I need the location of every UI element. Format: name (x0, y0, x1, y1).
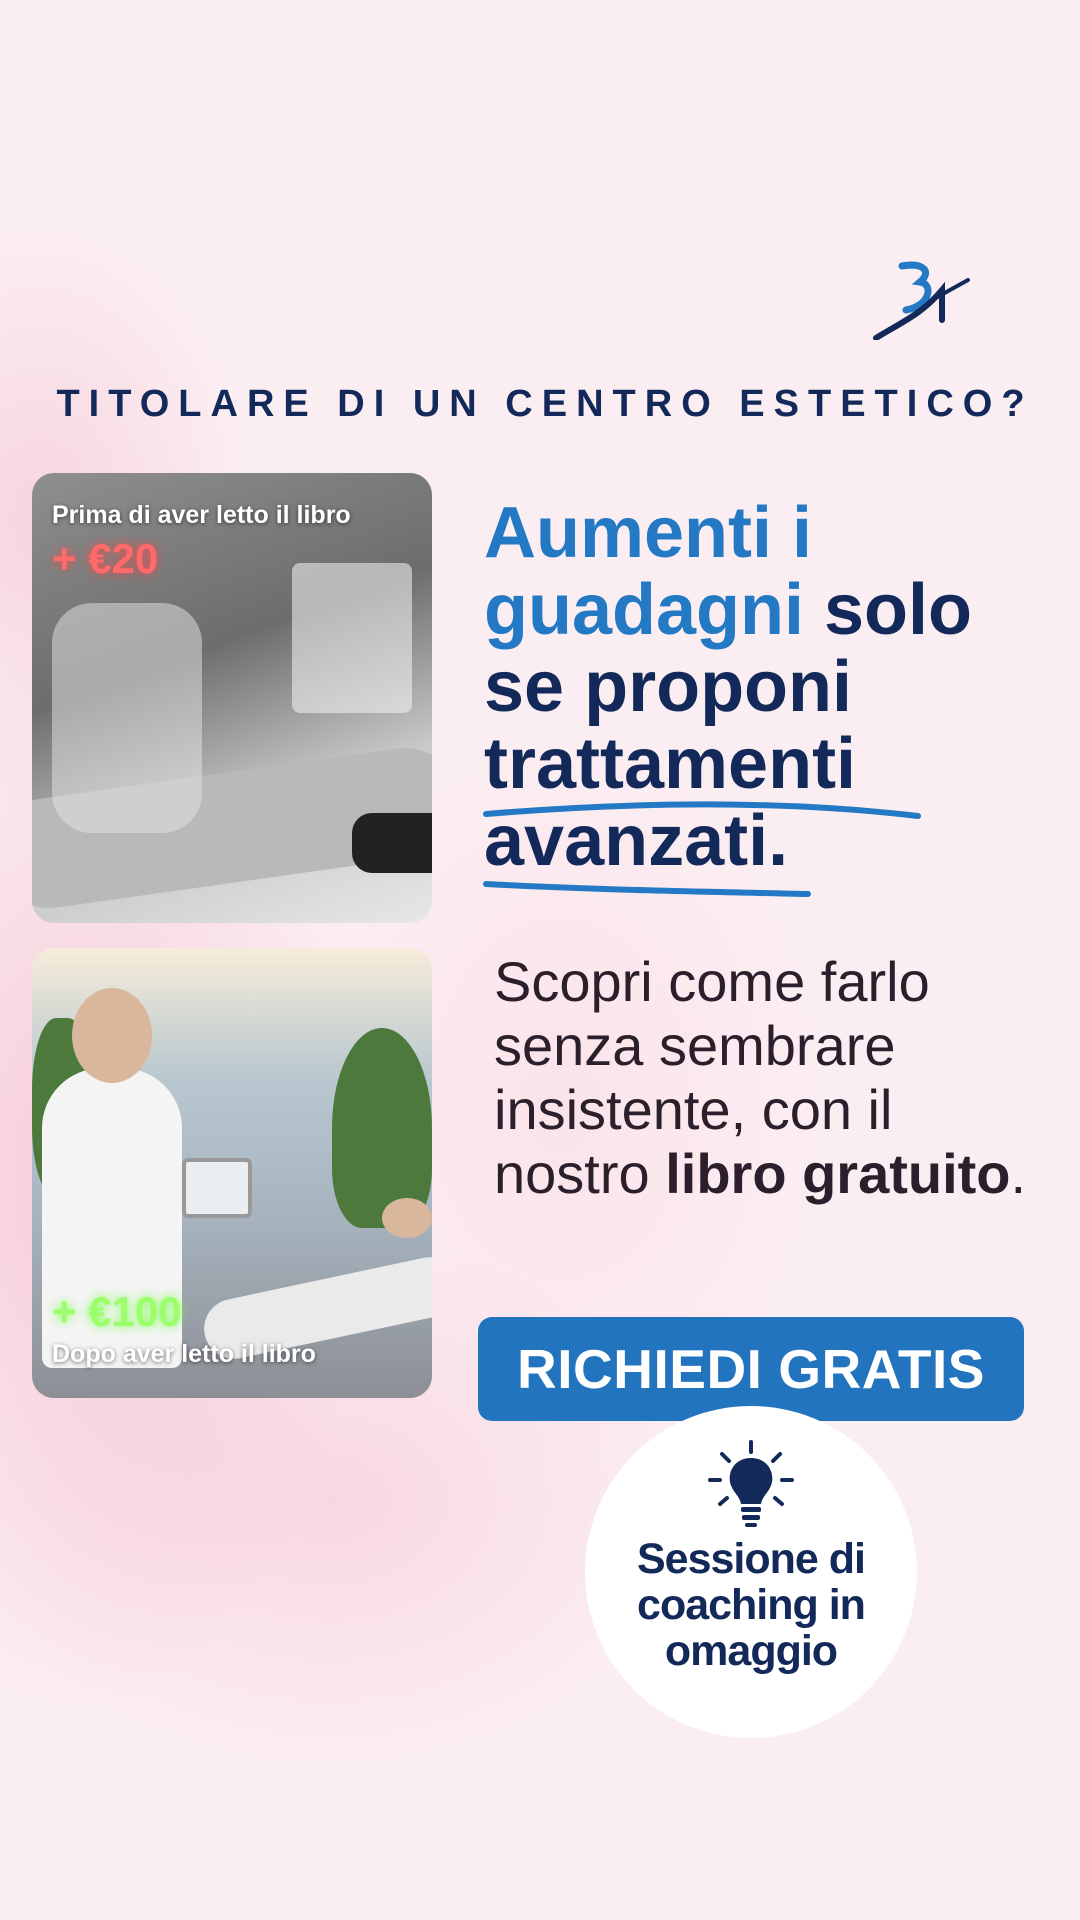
bonus-line2: coaching in (637, 1581, 866, 1629)
bonus-text: Sessione di coaching in omaggio (637, 1535, 866, 1675)
after-photo-card: + €100 Dopo aver letto il libro (32, 948, 432, 1398)
body-bold-libro: libro (665, 1142, 787, 1205)
bonus-badge: Sessione di coaching in omaggio (585, 1406, 917, 1738)
bonus-line3: omaggio (664, 1627, 838, 1675)
after-earnings: + €100 (52, 1288, 182, 1335)
after-label: Dopo aver letto il libro (52, 1340, 316, 1368)
headline-line3: se proponi (484, 647, 853, 727)
body-space (787, 1142, 803, 1205)
before-photo-card: Prima di aver letto il libro + €20 (32, 473, 432, 923)
brand-logo (873, 261, 970, 340)
headline-line1: Aumenti i (484, 493, 813, 573)
before-earnings: + €20 (52, 535, 159, 582)
before-label: Prima di aver letto il libro (52, 501, 351, 529)
headline-line5: avanzati. (484, 801, 789, 881)
bonus-line1: Sessione di (637, 1535, 866, 1583)
body-copy: Scopri come farlo senza sembrare insiste… (494, 950, 1054, 1206)
main-headline: Aumenti i guadagni solo se proponi tratt… (484, 495, 1064, 880)
lightbulb-icon (708, 1440, 794, 1527)
headline-line2-accent: guadagni (484, 570, 804, 650)
headline-line2-rest: solo (804, 570, 973, 650)
tagline-heading: TITOLARE DI UN CENTRO ESTETICO? (56, 383, 1034, 425)
body-bold-gratuito: gratuito (802, 1142, 1011, 1205)
headline-line4: trattamenti (484, 724, 857, 804)
body-period: . (1010, 1142, 1027, 1205)
